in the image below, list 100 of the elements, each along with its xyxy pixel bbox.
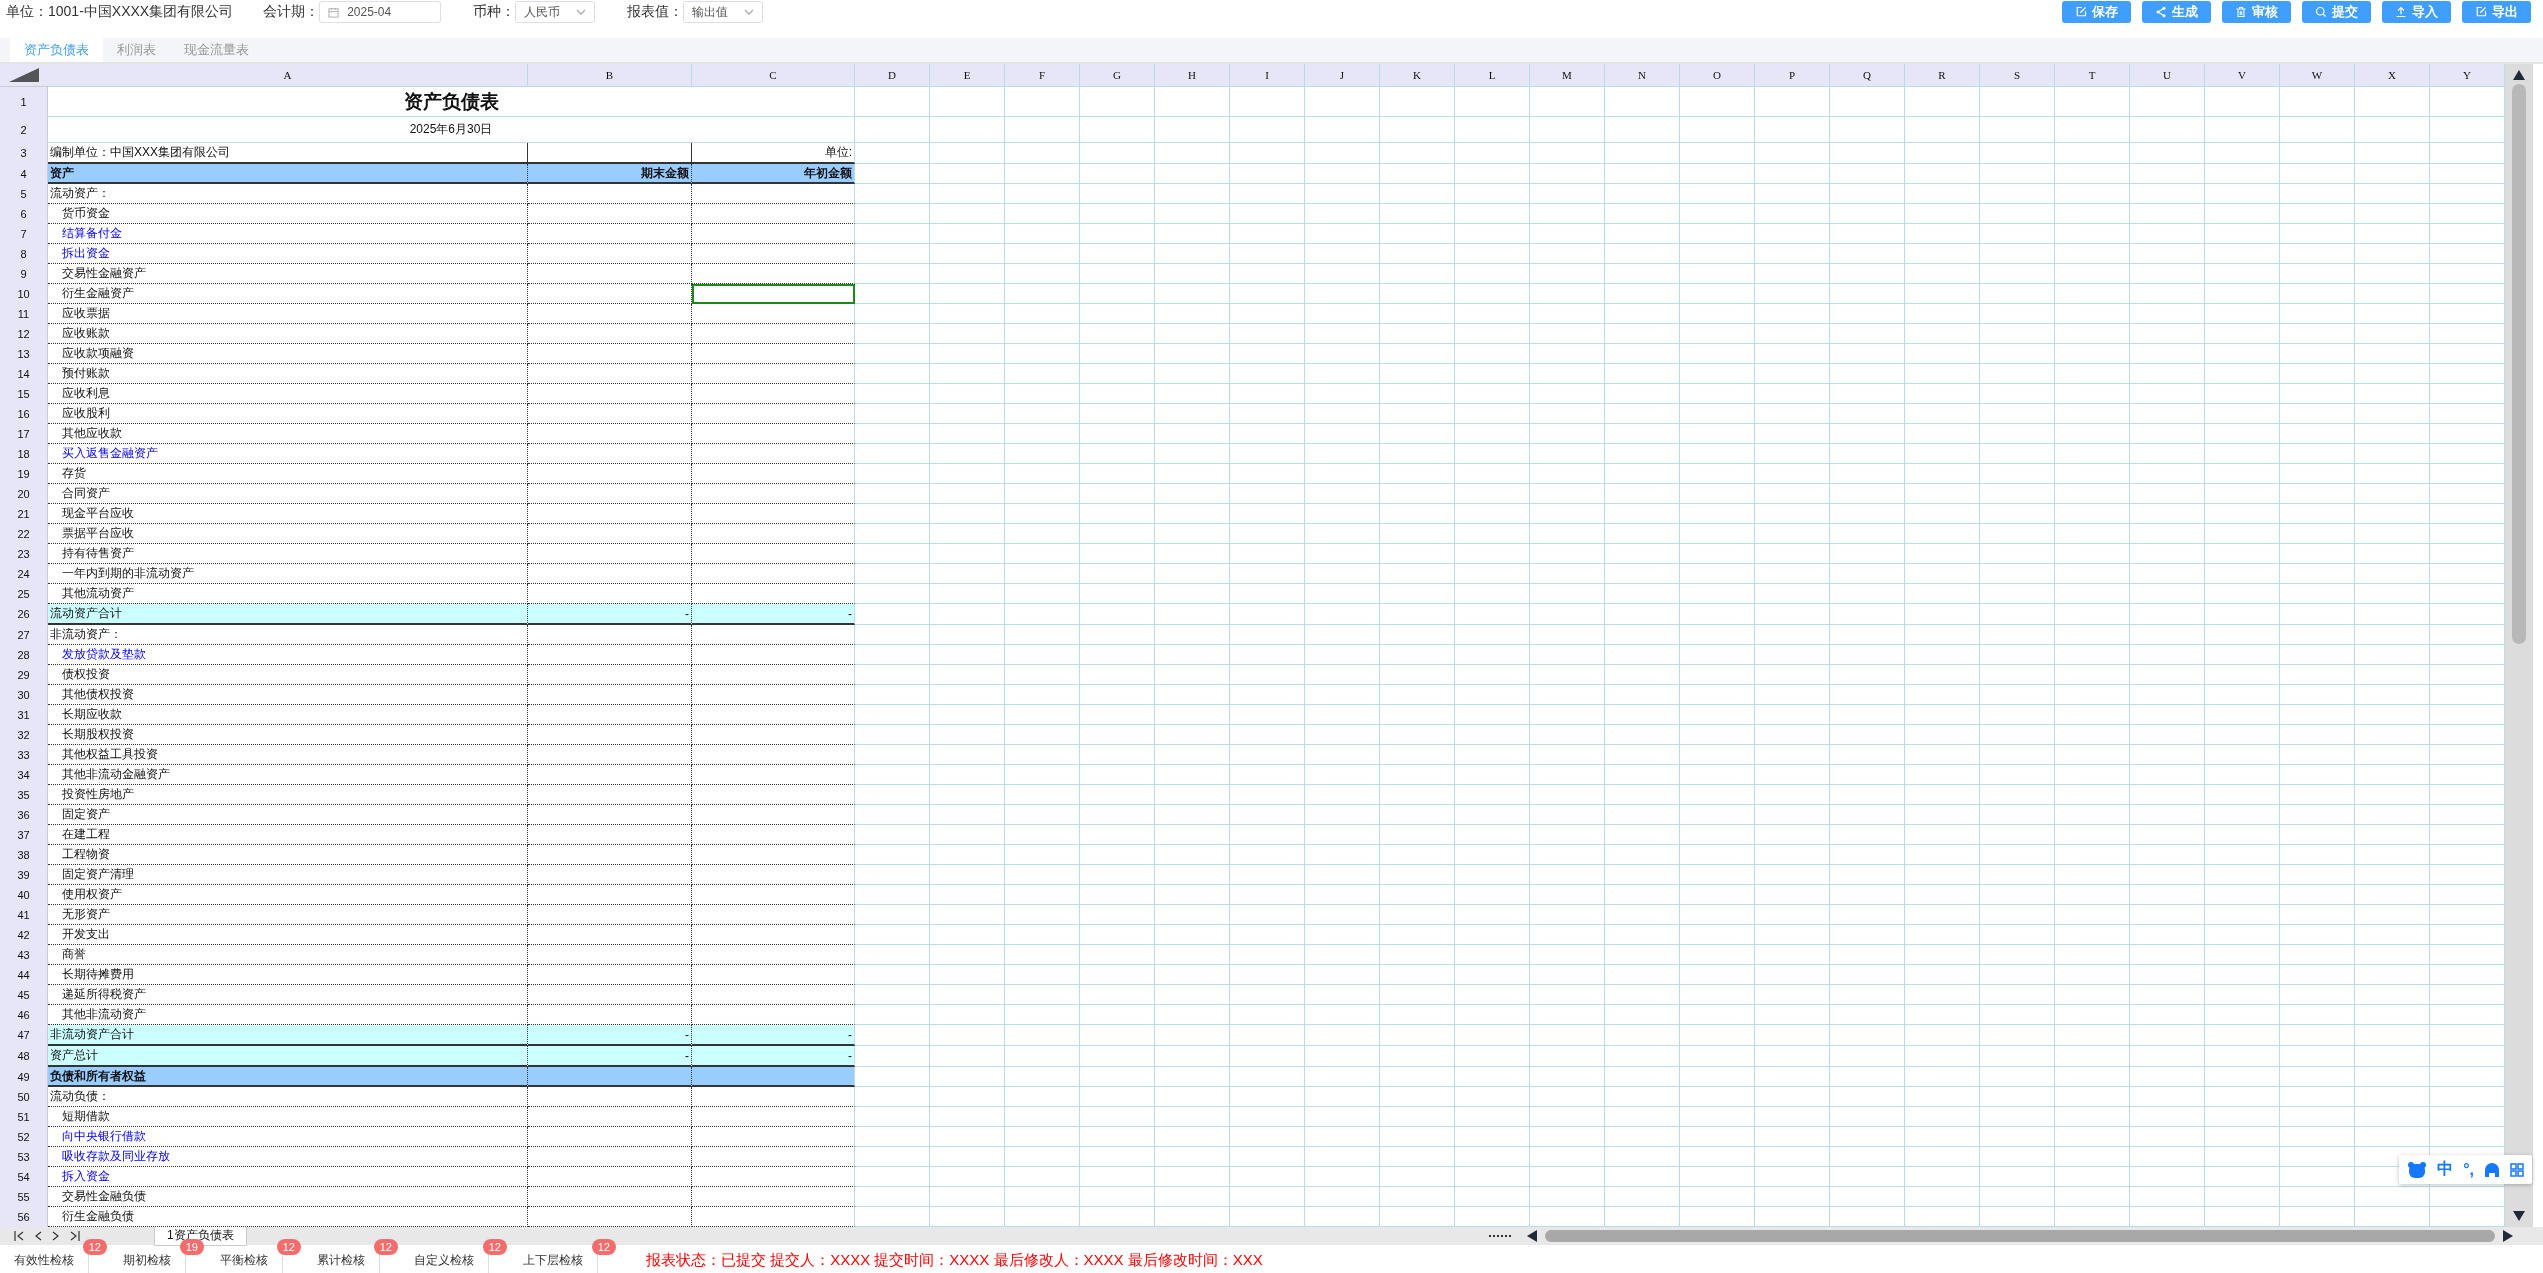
column-header[interactable]: S <box>1980 64 2055 87</box>
row-number[interactable]: 55 <box>0 1187 48 1207</box>
column-header[interactable]: O <box>1680 64 1755 87</box>
previous-sheet-icon[interactable] <box>34 1231 42 1241</box>
row-number[interactable]: 16 <box>0 404 48 424</box>
row-number[interactable]: 25 <box>0 584 48 604</box>
row-number[interactable]: 15 <box>0 384 48 404</box>
scrollbar-thumb[interactable] <box>2512 84 2526 644</box>
select-all-icon[interactable] <box>9 68 39 82</box>
row-number[interactable]: 33 <box>0 745 48 765</box>
scroll-up-icon[interactable] <box>2513 70 2525 80</box>
select-field[interactable]: 人民币 <box>515 1 596 23</box>
row-number[interactable]: 1 <box>0 87 48 117</box>
row-number[interactable]: 13 <box>0 344 48 364</box>
column-header[interactable]: L <box>1455 64 1530 87</box>
row-number[interactable]: 39 <box>0 865 48 885</box>
row-number[interactable]: 53 <box>0 1147 48 1167</box>
row-number[interactable]: 43 <box>0 945 48 965</box>
select-field[interactable]: 输出值 <box>683 1 764 23</box>
scroll-down-icon[interactable] <box>2513 1211 2525 1221</box>
row-number[interactable]: 41 <box>0 905 48 925</box>
row-number[interactable]: 49 <box>0 1067 48 1087</box>
row-number[interactable]: 20 <box>0 484 48 504</box>
column-header[interactable]: U <box>2130 64 2205 87</box>
column-header[interactable]: K <box>1380 64 1455 87</box>
row-number[interactable]: 51 <box>0 1107 48 1127</box>
row-number[interactable]: 22 <box>0 524 48 544</box>
row-number[interactable]: 27 <box>0 625 48 645</box>
column-header[interactable]: T <box>2055 64 2130 87</box>
column-header[interactable]: Q <box>1830 64 1905 87</box>
row-number[interactable]: 8 <box>0 244 48 264</box>
row-number[interactable]: 6 <box>0 204 48 224</box>
row-number[interactable]: 32 <box>0 725 48 745</box>
row-number[interactable]: 11 <box>0 304 48 324</box>
splitter-icon[interactable] <box>1489 1234 1513 1238</box>
column-header[interactable]: X <box>2355 64 2430 87</box>
row-number[interactable]: 36 <box>0 805 48 825</box>
column-header[interactable]: G <box>1080 64 1155 87</box>
grid-icon[interactable] <box>2510 1162 2524 1177</box>
scroll-left-icon[interactable] <box>1527 1230 1537 1242</box>
row-number[interactable]: 2 <box>0 117 48 143</box>
column-header[interactable]: D <box>855 64 930 87</box>
column-header[interactable]: N <box>1605 64 1680 87</box>
row-number[interactable]: 10 <box>0 284 48 304</box>
row-number[interactable]: 46 <box>0 1005 48 1025</box>
column-header[interactable]: I <box>1230 64 1305 87</box>
row-number[interactable]: 23 <box>0 544 48 564</box>
scrollbar-thumb[interactable] <box>1545 1230 2495 1242</box>
row-number[interactable]: 21 <box>0 504 48 524</box>
column-header[interactable]: E <box>930 64 1005 87</box>
selected-cell[interactable] <box>692 284 855 304</box>
row-number[interactable]: 54 <box>0 1167 48 1187</box>
last-sheet-icon[interactable] <box>70 1231 80 1241</box>
row-number[interactable]: 40 <box>0 885 48 905</box>
row-number[interactable]: 48 <box>0 1046 48 1067</box>
column-header[interactable]: M <box>1530 64 1605 87</box>
row-number[interactable]: 24 <box>0 564 48 584</box>
row-number[interactable]: 3 <box>0 143 48 164</box>
row-number[interactable]: 17 <box>0 424 48 444</box>
column-header[interactable]: A <box>48 64 528 87</box>
row-number[interactable]: 56 <box>0 1207 48 1227</box>
row-number[interactable]: 5 <box>0 184 48 204</box>
column-header[interactable]: F <box>1005 64 1080 87</box>
scroll-right-icon[interactable] <box>2503 1230 2513 1242</box>
column-header[interactable]: R <box>1905 64 1980 87</box>
row-number[interactable]: 9 <box>0 264 48 284</box>
row-number[interactable]: 52 <box>0 1127 48 1147</box>
row-number[interactable]: 12 <box>0 324 48 344</box>
row-number[interactable]: 29 <box>0 665 48 685</box>
row-number[interactable]: 7 <box>0 224 48 244</box>
ime-button[interactable]: °, <box>2463 1160 2474 1179</box>
ime-button[interactable]: 中 <box>2437 1159 2454 1180</box>
row-number[interactable]: 35 <box>0 785 48 805</box>
row-number[interactable]: 26 <box>0 604 48 625</box>
column-header[interactable]: C <box>692 64 855 87</box>
column-header[interactable]: B <box>528 64 692 87</box>
row-number[interactable]: 42 <box>0 925 48 945</box>
column-header[interactable]: H <box>1155 64 1230 87</box>
column-header[interactable]: V <box>2205 64 2280 87</box>
row-number[interactable]: 45 <box>0 985 48 1005</box>
row-number[interactable]: 31 <box>0 705 48 725</box>
skin-icon[interactable] <box>2484 1161 2500 1178</box>
column-header[interactable]: Y <box>2430 64 2505 87</box>
row-number[interactable]: 30 <box>0 685 48 705</box>
row-number[interactable]: 44 <box>0 965 48 985</box>
bear-icon[interactable] <box>2407 1160 2428 1179</box>
row-number[interactable]: 4 <box>0 164 48 184</box>
row-number[interactable]: 19 <box>0 464 48 484</box>
row-number[interactable]: 34 <box>0 765 48 785</box>
row-number[interactable]: 28 <box>0 645 48 665</box>
column-header[interactable]: P <box>1755 64 1830 87</box>
first-sheet-icon[interactable] <box>14 1231 24 1241</box>
column-header[interactable]: W <box>2280 64 2355 87</box>
row-number[interactable]: 47 <box>0 1025 48 1046</box>
column-header[interactable]: J <box>1305 64 1380 87</box>
row-number[interactable]: 38 <box>0 845 48 865</box>
row-number[interactable]: 37 <box>0 825 48 845</box>
row-number[interactable]: 18 <box>0 444 48 464</box>
date-field[interactable]: 2025-04 <box>319 1 442 23</box>
row-number[interactable]: 14 <box>0 364 48 384</box>
